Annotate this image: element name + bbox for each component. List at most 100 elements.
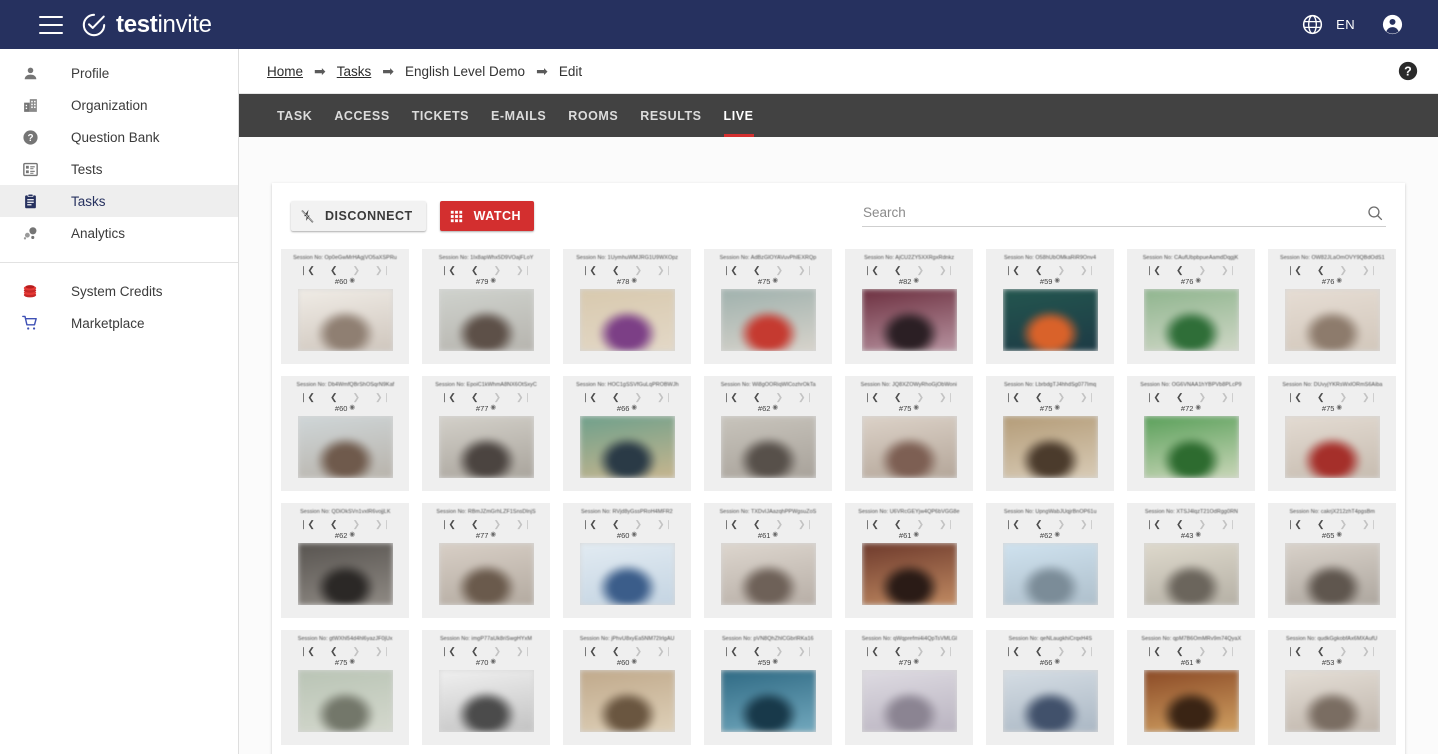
account-circle-icon[interactable] bbox=[1381, 13, 1404, 36]
session-pager-next-icon[interactable]: ❯ bbox=[1199, 392, 1207, 402]
session-pager-prev-icon[interactable]: ❮ bbox=[330, 265, 338, 275]
session-pager-prev-icon[interactable]: ❮ bbox=[1176, 646, 1184, 656]
session-pager-last-icon[interactable]: ❯❘ bbox=[375, 392, 390, 402]
session-webcam-thumbnail[interactable] bbox=[1002, 289, 1098, 352]
session-pager-prev-icon[interactable]: ❮ bbox=[330, 646, 338, 656]
session-card[interactable]: Session No: OG6VNAA1hYBPVb8PLcP9 ❘❮ ❮ ❯ ❯❘ #7… bbox=[1127, 376, 1255, 491]
session-pager-next-icon[interactable]: ❯ bbox=[917, 646, 925, 656]
session-webcam-thumbnail[interactable] bbox=[1143, 670, 1239, 733]
session-pager-prev-icon[interactable]: ❮ bbox=[1035, 646, 1043, 656]
session-pager-next-icon[interactable]: ❯ bbox=[1058, 392, 1066, 402]
language-selector[interactable]: EN bbox=[1301, 13, 1355, 36]
session-pager-last-icon[interactable]: ❯❘ bbox=[939, 265, 954, 275]
search-icon[interactable] bbox=[1366, 204, 1384, 222]
session-card[interactable]: Session No: U6VRcGEYjw4QP6bVGG8e ❘❮ ❮ ❯ ❯❘ #6… bbox=[845, 503, 973, 618]
session-card[interactable]: Session No: CAufUbpbpueAamdDqgjK ❘❮ ❮ ❯ ❯❘ #7… bbox=[1127, 249, 1255, 364]
session-pager-next-icon[interactable]: ❯ bbox=[776, 392, 784, 402]
brand-logo[interactable]: testinvite bbox=[81, 12, 212, 38]
session-pager-first-icon[interactable]: ❘❮ bbox=[1146, 646, 1161, 656]
session-pager-next-icon[interactable]: ❯ bbox=[1199, 646, 1207, 656]
session-pager-first-icon[interactable]: ❘❮ bbox=[1005, 392, 1020, 402]
session-pager-first-icon[interactable]: ❘❮ bbox=[1146, 265, 1161, 275]
session-card[interactable]: Session No: qpM7B6OmMRv9m74QyaX ❘❮ ❮ ❯ ❯❘ #61… bbox=[1127, 630, 1255, 745]
session-pager-last-icon[interactable]: ❯❘ bbox=[939, 519, 954, 529]
session-pager-last-icon[interactable]: ❯❘ bbox=[1362, 646, 1377, 656]
session-pager-last-icon[interactable]: ❯❘ bbox=[1221, 646, 1236, 656]
session-webcam-thumbnail[interactable] bbox=[438, 416, 534, 479]
session-pager-first-icon[interactable]: ❘❮ bbox=[582, 519, 597, 529]
session-webcam-thumbnail[interactable] bbox=[579, 543, 675, 606]
session-pager-first-icon[interactable]: ❘❮ bbox=[300, 646, 315, 656]
session-pager-last-icon[interactable]: ❯❘ bbox=[939, 392, 954, 402]
session-pager-next-icon[interactable]: ❯ bbox=[1340, 265, 1348, 275]
session-webcam-thumbnail[interactable] bbox=[861, 416, 957, 479]
session-webcam-thumbnail[interactable] bbox=[861, 543, 957, 606]
session-pager-prev-icon[interactable]: ❮ bbox=[612, 265, 620, 275]
session-pager-first-icon[interactable]: ❘❮ bbox=[1146, 392, 1161, 402]
session-pager-prev-icon[interactable]: ❮ bbox=[612, 392, 620, 402]
session-pager-first-icon[interactable]: ❘❮ bbox=[1287, 265, 1302, 275]
session-pager-first-icon[interactable]: ❘❮ bbox=[582, 646, 597, 656]
session-pager-last-icon[interactable]: ❯❘ bbox=[1080, 519, 1095, 529]
session-pager-last-icon[interactable]: ❯❘ bbox=[1080, 646, 1095, 656]
session-pager-next-icon[interactable]: ❯ bbox=[353, 519, 361, 529]
session-pager-prev-icon[interactable]: ❮ bbox=[1176, 519, 1184, 529]
session-pager-last-icon[interactable]: ❯❘ bbox=[1362, 265, 1377, 275]
session-pager-prev-icon[interactable]: ❮ bbox=[753, 646, 761, 656]
session-pager-first-icon[interactable]: ❘❮ bbox=[441, 392, 456, 402]
tab-live[interactable]: LIVE bbox=[713, 94, 765, 137]
session-webcam-thumbnail[interactable] bbox=[297, 289, 393, 352]
session-pager-first-icon[interactable]: ❘❮ bbox=[441, 646, 456, 656]
session-card[interactable]: Session No: imgP77aUk8riSwgHYxM ❘❮ ❮ ❯ ❯❘ #70… bbox=[422, 630, 550, 745]
session-pager-last-icon[interactable]: ❯❘ bbox=[1362, 519, 1377, 529]
session-card[interactable]: Session No: HOC1gSSVfGuLqPROBWJh ❘❮ ❮ ❯ ❯❘ #6… bbox=[563, 376, 691, 491]
session-webcam-thumbnail[interactable] bbox=[438, 543, 534, 606]
sidebar-item-tests[interactable]: Tests bbox=[0, 153, 238, 185]
session-pager-first-icon[interactable]: ❘❮ bbox=[723, 646, 738, 656]
session-webcam-thumbnail[interactable] bbox=[1284, 543, 1380, 606]
session-pager-last-icon[interactable]: ❯❘ bbox=[939, 646, 954, 656]
session-pager-first-icon[interactable]: ❘❮ bbox=[1146, 519, 1161, 529]
session-pager-first-icon[interactable]: ❘❮ bbox=[864, 519, 879, 529]
session-card[interactable]: Session No: Db4WmfQBrShOSqrN9Kaf ❘❮ ❮ ❯ ❯❘ #6… bbox=[281, 376, 409, 491]
session-pager-next-icon[interactable]: ❯ bbox=[1058, 265, 1066, 275]
session-pager-next-icon[interactable]: ❯ bbox=[917, 392, 925, 402]
session-pager-last-icon[interactable]: ❯❘ bbox=[1080, 392, 1095, 402]
session-pager-first-icon[interactable]: ❘❮ bbox=[441, 265, 456, 275]
session-card[interactable]: Session No: XTSJ4lqzT21OdRgg0RN ❘❮ ❮ ❯ ❯❘ #43… bbox=[1127, 503, 1255, 618]
session-pager-last-icon[interactable]: ❯❘ bbox=[516, 646, 531, 656]
session-pager-prev-icon[interactable]: ❮ bbox=[471, 392, 479, 402]
session-card[interactable]: Session No: qeNLaugkhiCrqxH4S ❘❮ ❮ ❯ ❯❘ #66 ◉ bbox=[986, 630, 1114, 745]
session-webcam-thumbnail[interactable] bbox=[579, 289, 675, 352]
session-webcam-thumbnail[interactable] bbox=[438, 289, 534, 352]
session-pager-last-icon[interactable]: ❯❘ bbox=[1080, 265, 1095, 275]
session-card[interactable]: Session No: qWqprefmi4i4QpTsVMLGl ❘❮ ❮ ❯ ❯❘ #… bbox=[845, 630, 973, 745]
session-webcam-thumbnail[interactable] bbox=[720, 543, 816, 606]
session-pager-next-icon[interactable]: ❯ bbox=[917, 519, 925, 529]
session-pager-prev-icon[interactable]: ❮ bbox=[894, 519, 902, 529]
session-pager-prev-icon[interactable]: ❮ bbox=[471, 265, 479, 275]
session-pager-last-icon[interactable]: ❯❘ bbox=[516, 392, 531, 402]
session-pager-prev-icon[interactable]: ❮ bbox=[330, 519, 338, 529]
session-card[interactable]: Session No: 1UymhuWMJRG1U9WXOpz ❘❮ ❮ ❯ ❯❘ #78… bbox=[563, 249, 691, 364]
session-pager-next-icon[interactable]: ❯ bbox=[353, 392, 361, 402]
disconnect-button[interactable]: DISCONNECT bbox=[291, 201, 426, 231]
session-pager-last-icon[interactable]: ❯❘ bbox=[798, 519, 813, 529]
session-pager-last-icon[interactable]: ❯❘ bbox=[516, 265, 531, 275]
session-pager-first-icon[interactable]: ❘❮ bbox=[582, 392, 597, 402]
session-pager-next-icon[interactable]: ❯ bbox=[1340, 392, 1348, 402]
session-card[interactable]: Session No: OW82JLaOmOVY9QBdOdS1 ❘❮ ❮ ❯ ❯❘ #7… bbox=[1268, 249, 1396, 364]
session-pager-prev-icon[interactable]: ❮ bbox=[1035, 265, 1043, 275]
sidebar-item-tasks[interactable]: Tasks bbox=[0, 185, 238, 217]
session-pager-last-icon[interactable]: ❯❘ bbox=[1221, 519, 1236, 529]
session-card[interactable]: Session No: LbrbdgTJ4hhdSg077Imq ❘❮ ❮ ❯ ❯❘ #7… bbox=[986, 376, 1114, 491]
session-pager-last-icon[interactable]: ❯❘ bbox=[516, 519, 531, 529]
session-pager-first-icon[interactable]: ❘❮ bbox=[1287, 646, 1302, 656]
session-pager-last-icon[interactable]: ❯❘ bbox=[657, 519, 672, 529]
session-pager-first-icon[interactable]: ❘❮ bbox=[300, 392, 315, 402]
session-pager-prev-icon[interactable]: ❮ bbox=[753, 519, 761, 529]
session-pager-first-icon[interactable]: ❘❮ bbox=[864, 265, 879, 275]
session-pager-last-icon[interactable]: ❯❘ bbox=[1221, 392, 1236, 402]
session-pager-next-icon[interactable]: ❯ bbox=[635, 519, 643, 529]
session-pager-next-icon[interactable]: ❯ bbox=[635, 646, 643, 656]
